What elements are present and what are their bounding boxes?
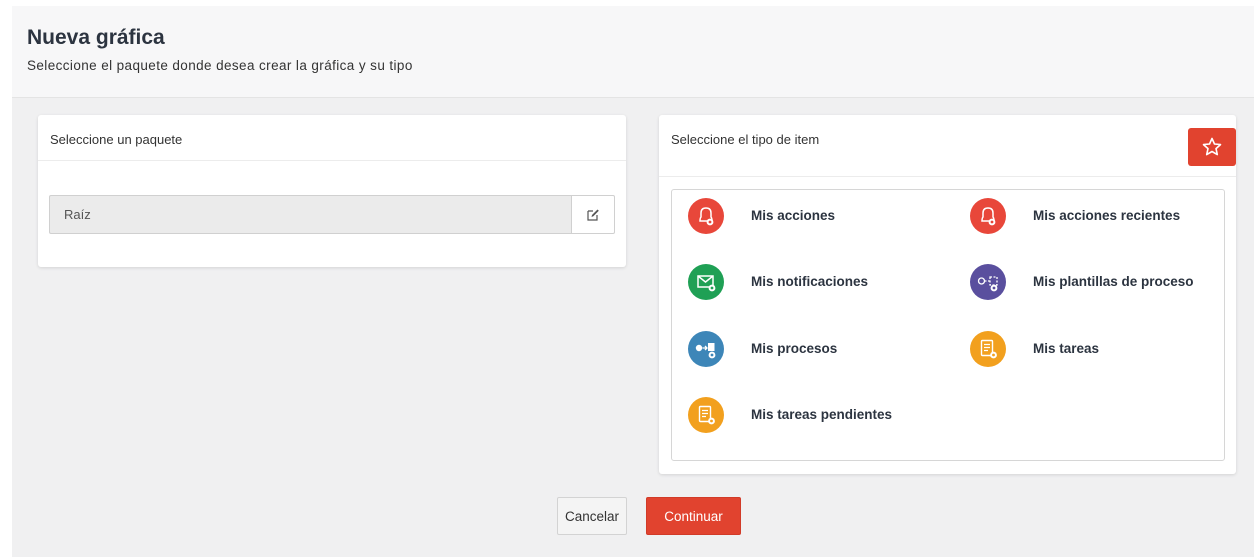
type-mis-acciones[interactable]: Mis acciones <box>688 198 948 242</box>
continue-button[interactable]: Continuar <box>646 497 741 535</box>
panel-divider <box>659 176 1236 177</box>
package-panel-title: Seleccione un paquete <box>50 132 183 147</box>
package-panel: Seleccione un paquete Raíz <box>38 115 626 267</box>
type-mis-notificaciones[interactable]: Mis notificaciones <box>688 264 948 308</box>
package-value: Raíz <box>64 207 91 222</box>
cancel-button[interactable]: Cancelar <box>557 497 627 535</box>
type-label: Mis notificaciones <box>751 274 869 289</box>
page-subtitle: Seleccione el paquete donde desea crear … <box>27 58 413 73</box>
type-label: Mis acciones <box>751 208 836 223</box>
package-field: Raíz <box>49 195 571 234</box>
item-type-panel-title: Seleccione el tipo de item <box>671 132 820 147</box>
envelope-icon <box>688 264 724 300</box>
page-header: Nueva gráfica Seleccione el paquete dond… <box>12 6 1254 98</box>
edit-package-button[interactable] <box>571 195 615 234</box>
content-area: Seleccione un paquete Raíz Seleccione el… <box>12 98 1254 557</box>
task-list-icon <box>688 397 724 433</box>
task-list-icon <box>970 331 1006 367</box>
item-type-panel: Seleccione el tipo de item Mis acciones <box>659 115 1236 474</box>
type-mis-tareas-pendientes[interactable]: Mis tareas pendientes <box>688 397 948 441</box>
process-icon <box>688 331 724 367</box>
edit-icon <box>587 209 599 221</box>
type-label: Mis tareas <box>1033 341 1100 356</box>
bell-icon <box>970 198 1006 234</box>
panel-divider <box>38 160 626 161</box>
star-icon <box>1202 137 1222 156</box>
item-type-list: Mis acciones Mis acciones recientes Mis … <box>671 189 1225 461</box>
favorites-button[interactable] <box>1188 128 1236 166</box>
type-label: Mis procesos <box>751 341 838 356</box>
type-mis-procesos[interactable]: Mis procesos <box>688 331 948 375</box>
type-label: Mis tareas pendientes <box>751 407 893 422</box>
type-mis-plantillas-de-proceso[interactable]: Mis plantillas de proceso <box>970 264 1230 308</box>
type-mis-acciones-recientes[interactable]: Mis acciones recientes <box>970 198 1230 242</box>
page-title: Nueva gráfica <box>27 26 165 49</box>
bell-icon <box>688 198 724 234</box>
type-mis-tareas[interactable]: Mis tareas <box>970 331 1230 375</box>
type-label: Mis acciones recientes <box>1033 208 1181 223</box>
process-template-icon <box>970 264 1006 300</box>
type-label: Mis plantillas de proceso <box>1033 274 1194 289</box>
